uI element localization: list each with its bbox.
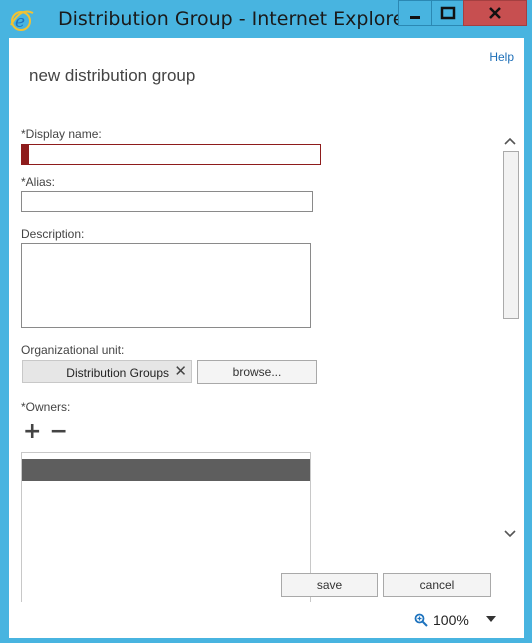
description-label: Description:	[21, 227, 85, 241]
minimize-button[interactable]	[398, 0, 432, 26]
plus-icon[interactable]: +	[23, 421, 41, 443]
chevron-up-icon[interactable]	[504, 136, 516, 146]
close-icon	[489, 7, 501, 19]
browser-window: e Distribution Group - Internet Explorer…	[0, 0, 532, 643]
zoom-magnifier-icon	[414, 613, 428, 627]
org-unit-label: Organizational unit:	[21, 343, 125, 357]
description-field[interactable]	[21, 243, 311, 328]
scrollbar-thumb[interactable]	[503, 151, 519, 319]
chevron-down-icon[interactable]	[504, 529, 516, 539]
alias-field[interactable]	[21, 191, 313, 212]
page-content: Help new distribution group *Display nam…	[9, 38, 524, 602]
maximize-icon	[440, 6, 455, 20]
browse-button[interactable]: browse...	[197, 360, 317, 384]
title-bar: e Distribution Group - Internet Explorer	[0, 0, 532, 38]
owners-list[interactable]	[21, 452, 311, 602]
status-bar: 100%	[9, 602, 524, 638]
alias-label: *Alias:	[21, 175, 56, 189]
owners-label: *Owners:	[21, 400, 71, 414]
maximize-button[interactable]	[431, 0, 464, 26]
page-title: new distribution group	[29, 66, 196, 85]
window-title: Distribution Group - Internet Explorer	[58, 8, 413, 30]
save-button[interactable]: save	[281, 573, 378, 597]
minus-icon[interactable]: −	[49, 421, 67, 443]
zoom-level: 100%	[433, 612, 469, 628]
zoom-control[interactable]: 100%	[414, 612, 469, 628]
list-item[interactable]	[22, 459, 310, 481]
minimize-icon	[410, 16, 420, 19]
close-icon[interactable]: ✕	[174, 363, 187, 379]
internet-explorer-icon: e	[10, 10, 34, 32]
cancel-button[interactable]: cancel	[383, 573, 491, 597]
close-button[interactable]	[463, 0, 527, 26]
help-link[interactable]: Help	[489, 50, 514, 64]
owners-toolbar: + −	[23, 421, 68, 443]
display-name-label: *Display name:	[21, 127, 102, 141]
org-unit-value: Distribution Groups	[66, 366, 169, 380]
error-indicator	[22, 145, 29, 164]
display-name-field[interactable]	[21, 144, 321, 165]
zoom-dropdown-icon[interactable]	[486, 616, 496, 622]
org-unit-value-chip: Distribution Groups ✕	[22, 360, 192, 383]
